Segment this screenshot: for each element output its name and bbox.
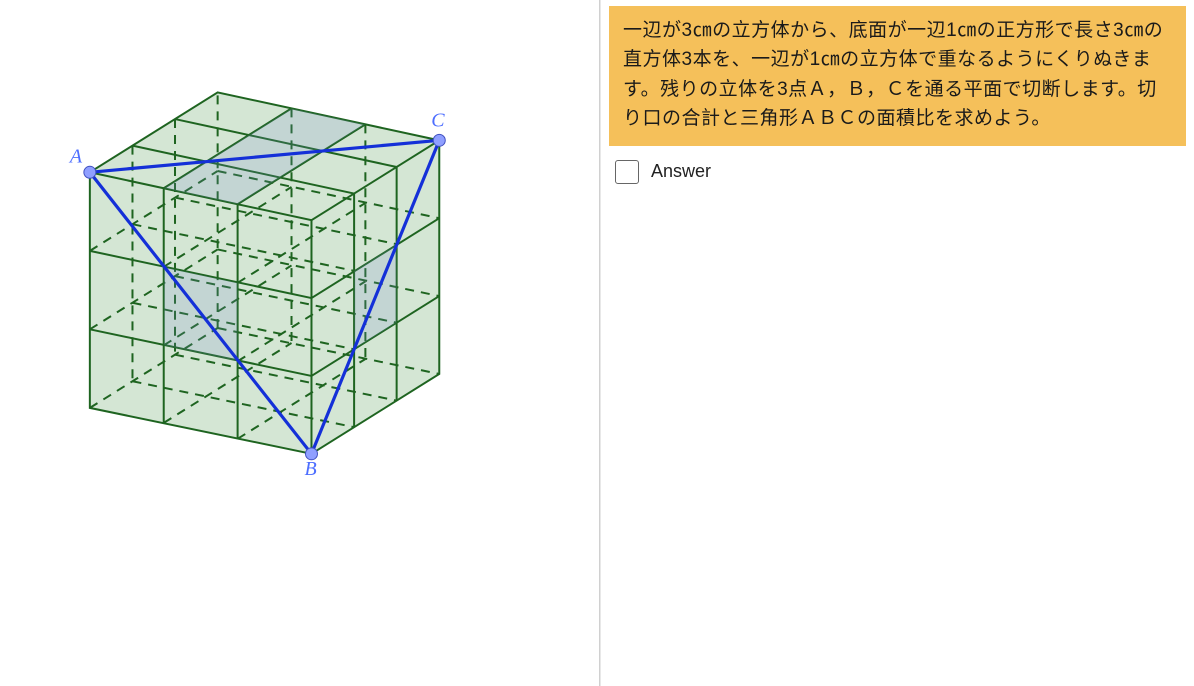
answer-label: Answer bbox=[651, 161, 711, 182]
cube-diagram: .face { fill: #3a8f3a; fill-opacity: 0.2… bbox=[0, 0, 599, 686]
problem-text-box: 一辺が3㎝の立方体から、底面が一辺1㎝の正方形で長さ3㎝の直方体3本を、一辺が1… bbox=[609, 6, 1186, 146]
app-container: .face { fill: #3a8f3a; fill-opacity: 0.2… bbox=[0, 0, 1194, 686]
problem-text: 一辺が3㎝の立方体から、底面が一辺1㎝の正方形で長さ3㎝の直方体3本を、一辺が1… bbox=[623, 20, 1163, 129]
label-a: A bbox=[68, 145, 83, 167]
answer-control: Answer bbox=[609, 160, 1186, 184]
point-c[interactable] bbox=[433, 134, 445, 146]
answer-checkbox[interactable] bbox=[615, 160, 639, 184]
point-a[interactable] bbox=[84, 166, 96, 178]
label-b: B bbox=[304, 458, 316, 480]
label-c: C bbox=[431, 109, 445, 131]
side-panel: 一辺が3㎝の立方体から、底面が一辺1㎝の正方形で長さ3㎝の直方体3本を、一辺が1… bbox=[600, 0, 1194, 686]
graphics-3d-panel[interactable]: .face { fill: #3a8f3a; fill-opacity: 0.2… bbox=[0, 0, 600, 686]
